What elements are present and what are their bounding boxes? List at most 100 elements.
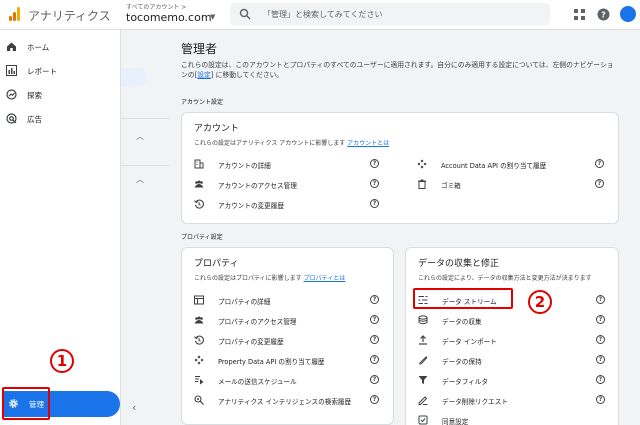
people-icon [194, 316, 204, 324]
property-access-row[interactable]: プロパティのアクセス管理 ? [194, 312, 384, 328]
property-details-row[interactable]: プロパティの詳細 ? [194, 292, 384, 308]
sidebar-item-explore[interactable]: 探索 [0, 84, 121, 106]
delete-request-icon [418, 396, 428, 405]
what-is-account-link[interactable]: アカウントとは [347, 140, 389, 147]
search-input[interactable]: 「管理」と検索してみてください [230, 3, 550, 25]
data-retention-row[interactable]: データの保持 ? [418, 352, 608, 368]
account-access-row[interactable]: アカウントのアクセス管理 ? [194, 176, 384, 192]
schedule-icon [195, 376, 204, 385]
divider [121, 165, 169, 166]
account-details-row[interactable]: アカウントの詳細 ? [194, 156, 384, 172]
card-title: データの収集と修正 [418, 259, 500, 269]
people-icon [194, 180, 204, 188]
api-icon [417, 159, 427, 169]
card-description: これらの設定により、データの収集方法と変更方法が決まります [418, 275, 592, 282]
account-selector[interactable]: tocomemo.com [126, 11, 212, 24]
help-circle-icon[interactable]: ? [595, 179, 604, 188]
trash-icon [418, 179, 426, 189]
sidebar-item-label: 探索 [27, 91, 42, 100]
consent-settings-row[interactable]: 同意設定 [418, 412, 608, 425]
page-title: 管理者 [181, 42, 218, 56]
help-circle-icon[interactable]: ? [596, 335, 605, 344]
help-icon[interactable]: ? [597, 8, 610, 21]
collection-icon [418, 315, 428, 325]
account-api-quota-row[interactable]: Account Data API の割り当て履歴 ? [417, 156, 617, 172]
filter-icon [418, 376, 428, 384]
collapse-sidebar-icon[interactable]: ‹ [132, 401, 136, 414]
account-breadcrumb[interactable]: すべてのアカウント > [126, 2, 186, 11]
bar-chart-icon [6, 65, 17, 76]
home-icon [7, 42, 16, 51]
help-circle-icon[interactable]: ? [370, 159, 379, 168]
help-circle-icon[interactable]: ? [370, 295, 379, 304]
property-section-heading: プロパティ設定 [181, 234, 223, 241]
help-circle-icon[interactable]: ? [595, 159, 604, 168]
search-placeholder: 「管理」と検索してみてください [263, 10, 383, 19]
account-history-row[interactable]: アカウントの変更履歴 ? [194, 196, 384, 212]
help-circle-icon[interactable]: ? [370, 315, 379, 324]
annotation-number-1: 1 [50, 349, 74, 373]
data-collection-row[interactable]: データの収集 ? [418, 312, 608, 328]
sidebar-item-label: レポート [27, 67, 57, 76]
import-icon [419, 335, 427, 345]
building-icon [194, 159, 204, 169]
sidebar-item-reports[interactable]: レポート [0, 60, 121, 82]
annotation-number-2: 2 [528, 290, 552, 314]
subnav-selected-item[interactable] [121, 68, 147, 86]
divider [121, 118, 169, 119]
help-circle-icon[interactable]: ? [370, 355, 379, 364]
search-icon [239, 8, 251, 20]
account-section-heading: アカウント設定 [181, 99, 224, 106]
analytics-logo-icon [9, 7, 21, 21]
help-circle-icon[interactable]: ? [370, 199, 379, 208]
retention-icon [419, 356, 428, 365]
chevron-up-icon[interactable]: ︿ [136, 131, 144, 142]
apps-grid-icon[interactable] [573, 8, 586, 21]
sidebar-item-ads[interactable]: 広告 [0, 108, 121, 130]
card-title: アカウント [194, 124, 240, 134]
app-name: アナリティクス [28, 9, 111, 23]
help-circle-icon[interactable]: ? [370, 179, 379, 188]
sidebar-item-label: ホーム [27, 43, 50, 52]
intelligence-icon [194, 395, 204, 405]
admin-subnav [121, 30, 169, 425]
ads-icon [6, 113, 17, 124]
page-description: これらの設定は、このアカウントとプロパティのすべてのユーザーに適用されます。自分… [181, 61, 614, 79]
property-history-row[interactable]: プロパティの変更履歴 ? [194, 332, 384, 348]
trash-row[interactable]: ゴミ箱 ? [417, 176, 617, 192]
card-description: これらの設定はプロパティに影響します プロパティとは [194, 275, 346, 282]
help-circle-icon[interactable]: ? [370, 375, 379, 384]
annotation-box-data-streams [413, 288, 513, 309]
help-circle-icon[interactable]: ? [596, 295, 605, 304]
help-circle-icon[interactable]: ? [370, 395, 379, 404]
avatar[interactable] [620, 6, 636, 22]
main-content: 管理者 これらの設定は、このアカウントとプロパティのすべてのユーザーに適用されま… [169, 30, 640, 425]
settings-link[interactable]: 設定 [197, 71, 211, 79]
help-circle-icon[interactable]: ? [596, 395, 605, 404]
card-title: プロパティ [194, 259, 239, 269]
sidebar-item-label: 広告 [27, 115, 42, 124]
chevron-down-icon[interactable]: ▼ [210, 13, 215, 21]
property-api-quota-row[interactable]: Property Data API の割り当て履歴 ? [194, 352, 384, 368]
what-is-property-link[interactable]: プロパティとは [304, 275, 346, 282]
top-bar: アナリティクス すべてのアカウント > tocomemo.com ▼ 「管理」と… [0, 0, 640, 30]
intelligence-history-row[interactable]: アナリティクス インテリジェンスの検索履歴 ? [194, 392, 384, 408]
card-description: これらの設定はアナリティクス アカウントに影響します アカウントとは [194, 140, 390, 147]
data-import-row[interactable]: データ インポート ? [418, 332, 608, 348]
help-circle-icon[interactable]: ? [596, 355, 605, 364]
api-icon [194, 355, 204, 365]
property-icon [194, 295, 204, 305]
data-collection-card: データの収集と修正 これらの設定により、データの収集方法と変更方法が決まります … [405, 247, 619, 425]
help-circle-icon[interactable]: ? [596, 315, 605, 324]
data-filters-row[interactable]: データフィルタ ? [418, 372, 608, 388]
chevron-up-icon[interactable]: ︿ [136, 174, 144, 185]
email-schedule-row[interactable]: メールの送信スケジュール ? [194, 372, 384, 388]
sidebar-item-home[interactable]: ホーム [0, 36, 121, 58]
property-settings-card: プロパティ これらの設定はプロパティに影響します プロパティとは プロパティの詳… [181, 247, 394, 425]
consent-icon [418, 415, 428, 425]
explore-icon [6, 89, 17, 100]
help-circle-icon[interactable]: ? [370, 335, 379, 344]
data-deletion-row[interactable]: データ削除リクエスト ? [418, 392, 608, 408]
history-icon [194, 199, 204, 209]
help-circle-icon[interactable]: ? [596, 375, 605, 384]
